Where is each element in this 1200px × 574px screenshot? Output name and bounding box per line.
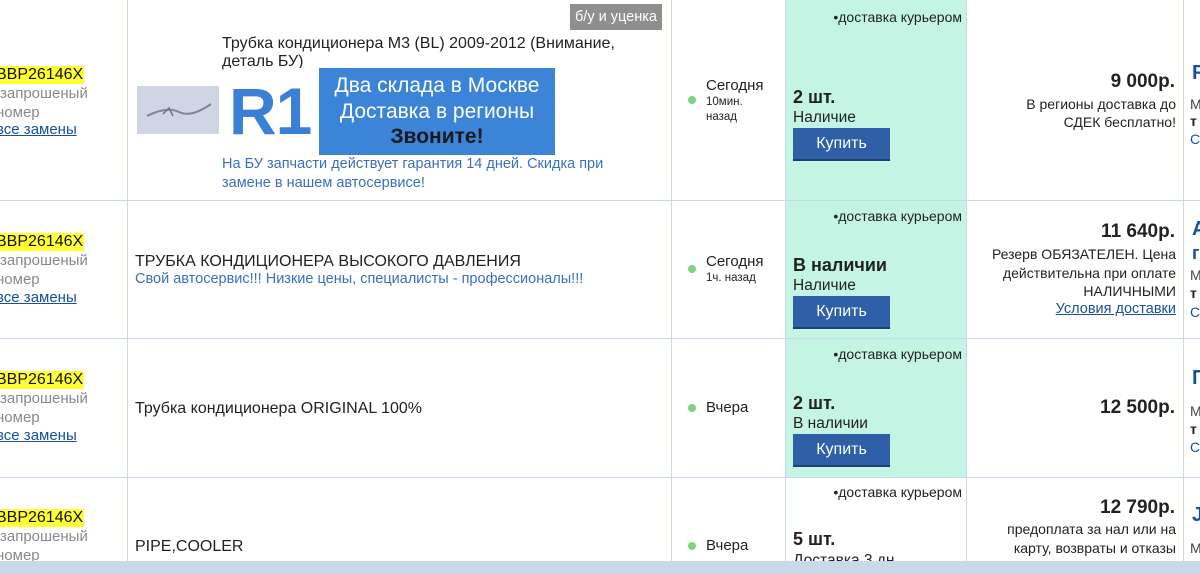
price: 12 500р.	[1100, 397, 1175, 418]
queried-label: запрошеный	[0, 252, 88, 269]
status-dot-icon	[688, 96, 696, 104]
supplier-name[interactable]: А	[1192, 218, 1200, 240]
buy-button[interactable]: Купить	[793, 128, 890, 161]
buy-button[interactable]: Купить	[793, 296, 890, 329]
availability-label: В наличии	[793, 415, 868, 432]
banner-line-2: Доставка в регионы	[339, 100, 535, 123]
price-note: НАЛИЧНЫМИ	[1083, 283, 1176, 299]
availability-label: Наличие	[793, 277, 856, 294]
supplier-meta: т	[1190, 421, 1197, 437]
banner-line-3: Звоните!	[390, 125, 484, 148]
part-title[interactable]: PIPE,COOLER	[135, 536, 243, 557]
offer-age: назад	[706, 111, 737, 123]
offer-date: Вчера	[706, 399, 749, 416]
supplier-meta: М	[1190, 540, 1200, 556]
part-note: Свой автосервис!!! Низкие цены, специали…	[135, 271, 584, 287]
supplier-meta: М	[1190, 267, 1200, 283]
part-photo-image	[137, 86, 219, 134]
delivery-option: •доставка курьером	[833, 346, 962, 362]
status-dot-icon	[688, 404, 696, 412]
queried-label: номер	[0, 271, 40, 288]
used-badge: б/у и уценка	[570, 4, 662, 30]
part-photo[interactable]	[137, 86, 219, 134]
offer-date: Сегодня	[706, 77, 764, 94]
stock-quantity: В наличии	[793, 255, 887, 275]
table-row: BBP26146X запрошеный номер PIPE,COOLER В…	[0, 478, 1200, 574]
offer-age: 1ч. назад	[706, 272, 756, 284]
queried-label: запрошеный	[0, 85, 88, 102]
offer-date: Сегодня	[706, 253, 764, 270]
stock-quantity: 2 шт.	[793, 393, 836, 413]
table-row: BBP26146X запрошеный номер все замены ТР…	[0, 201, 1200, 339]
part-number: BBP26146X	[0, 371, 85, 389]
stock-quantity: 5 шт.	[793, 529, 836, 549]
price-note: карту, возвраты и отказы	[1013, 540, 1176, 556]
supplier-meta: М	[1190, 96, 1200, 112]
delivery-option: •доставка курьером	[833, 484, 962, 500]
supplier-meta: М	[1190, 403, 1200, 419]
status-dot-icon	[688, 542, 696, 550]
availability-label: Наличие	[793, 109, 856, 126]
supplier-link[interactable]: С	[1190, 439, 1200, 455]
all-replacements-link[interactable]: все замены	[0, 427, 77, 445]
queried-label: номер	[0, 409, 40, 426]
price: 12 790р.	[1100, 497, 1175, 518]
price-note: действительна при оплате	[1002, 265, 1176, 281]
price-note: предоплата за нал или на	[1007, 521, 1176, 537]
supplier-link[interactable]: С	[1190, 304, 1200, 320]
status-dot-icon	[688, 265, 696, 273]
all-replacements-link[interactable]: все замены	[0, 289, 77, 307]
supplier-name-line2[interactable]: г	[1192, 242, 1200, 264]
price-note: Резерв ОБЯЗАТЕЛЕН. Цена	[991, 246, 1176, 262]
delivery-terms-link[interactable]: Условия доставки	[1056, 300, 1176, 318]
table-row: BBP26146X запрошеный номер все замены Тр…	[0, 339, 1200, 478]
part-title[interactable]: ТРУБКА КОНДИЦИОНЕРА ВЫСОКОГО ДАВЛЕНИЯ	[135, 251, 521, 272]
part-title[interactable]: Трубка кондиционера ORIGINAL 100%	[135, 398, 422, 419]
part-note: На БУ запчасти действует гарантия 14 дне…	[222, 156, 604, 172]
queried-label: запрошеный	[0, 390, 88, 407]
part-number: BBP26146X	[0, 66, 85, 84]
supplier-meta: т	[1190, 113, 1197, 129]
banner-text-block: Два склада в Москве Доставка в регионы З…	[319, 68, 555, 155]
supplier-meta: т	[1190, 285, 1197, 301]
price-note: В регионы доставка до	[1026, 96, 1176, 112]
part-note: замене в нашем автосервисе!	[222, 175, 425, 191]
part-number: BBP26146X	[0, 233, 85, 251]
price-note: СДЕК бесплатно!	[1063, 114, 1176, 130]
queried-label: запрошеный	[0, 528, 88, 545]
price: 9 000р.	[1110, 71, 1175, 92]
stock-quantity: 2 шт.	[793, 87, 836, 107]
supplier-link[interactable]: С	[1190, 131, 1200, 147]
banner-line-1: Два склада в Москве	[334, 74, 540, 97]
delivery-option: •доставка курьером	[833, 208, 962, 224]
supplier-name[interactable]: R	[1192, 62, 1200, 84]
part-number: BBP26146X	[0, 509, 85, 527]
supplier-name[interactable]: J	[1192, 504, 1200, 526]
table-row: BBP26146X запрошеный номер все замены б/…	[0, 0, 1200, 201]
horizontal-scrollbar[interactable]	[0, 561, 1200, 574]
offer-age: 10мин.	[706, 96, 743, 108]
promo-banner[interactable]: R1 Два склада в Москве Доставка в регион…	[229, 68, 555, 155]
all-replacements-link[interactable]: все замены	[0, 121, 77, 139]
price: 11 640р.	[1101, 221, 1175, 242]
supplier-name[interactable]: П	[1192, 367, 1200, 389]
offer-date: Вчера	[706, 537, 749, 554]
queried-label: номер	[0, 104, 40, 121]
banner-logo: R1	[229, 68, 317, 155]
buy-button[interactable]: Купить	[793, 434, 890, 467]
delivery-option: •доставка курьером	[833, 9, 962, 25]
